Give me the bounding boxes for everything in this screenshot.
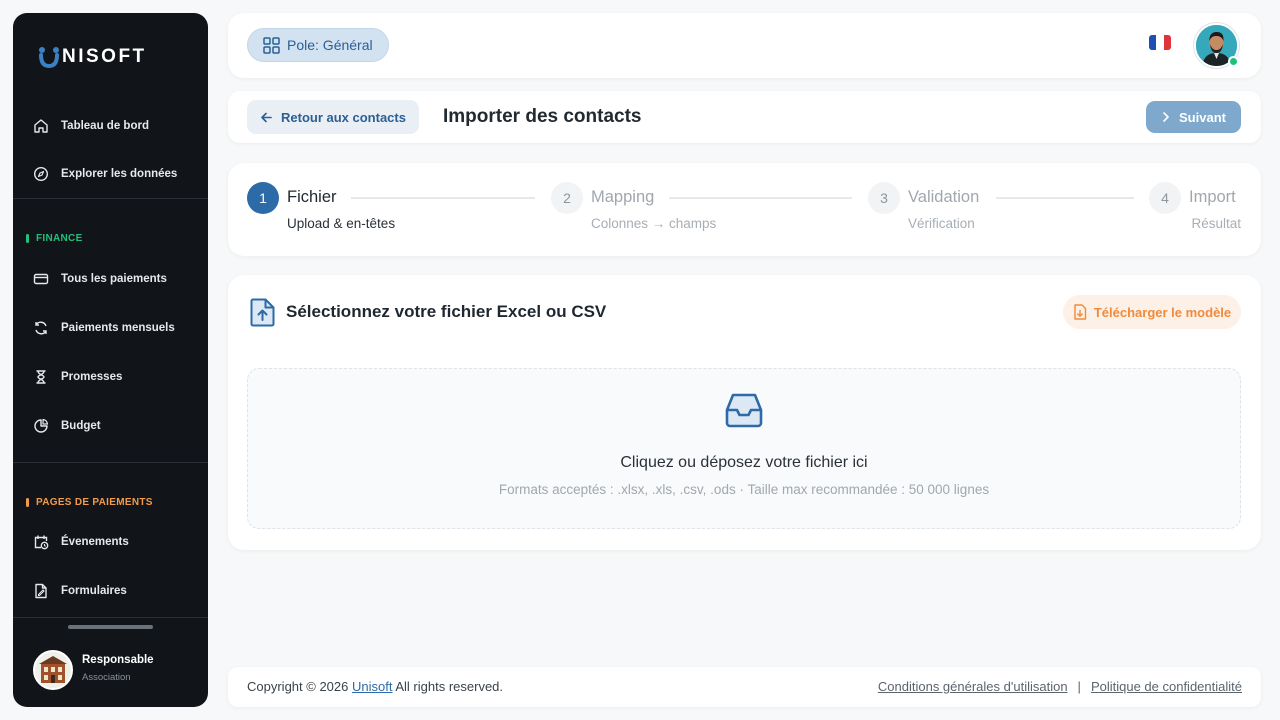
sidebar-item-label: Promesses — [61, 371, 123, 383]
step-1-subtitle: Upload & en-têtes — [287, 216, 396, 231]
user-name: Responsable — [82, 654, 154, 666]
sidebar-item-events[interactable]: Évenements — [33, 530, 193, 554]
organization-avatar — [33, 650, 73, 690]
step-4-subtitle: Résultat — [1191, 216, 1241, 231]
section-title-payment-pages: PAGES DE PAIEMENTS — [26, 497, 153, 508]
form-file-icon — [35, 583, 47, 599]
import-stepper: 1 Fichier Upload & en-têtes 2 Mapping Co… — [228, 163, 1261, 256]
sidebar-item-monthly-payments[interactable]: Paiements mensuels — [33, 316, 193, 340]
step-connector — [351, 197, 535, 199]
compass-icon — [33, 166, 49, 182]
step-connector — [669, 197, 852, 199]
terms-link[interactable]: Conditions générales d'utilisation — [878, 679, 1068, 694]
privacy-link[interactable]: Politique de confidentialité — [1091, 679, 1242, 694]
sidebar-item-forms[interactable]: Formulaires — [33, 579, 193, 603]
footer-separator: | — [1077, 679, 1081, 694]
footer: Copyright © 2026 Unisoft All rights rese… — [228, 667, 1261, 707]
french-flag-icon[interactable] — [1149, 35, 1171, 50]
sidebar-item-label: Explorer les données — [61, 168, 178, 180]
step-3-title: Validation — [908, 188, 980, 206]
unisoft-logo-icon — [39, 47, 59, 68]
dropzone-title: Cliquez ou déposez votre fichier ici — [620, 454, 868, 471]
sidebar-item-all-payments[interactable]: Tous les paiements — [33, 267, 193, 291]
next-button[interactable]: Suivant — [1146, 101, 1241, 133]
sidebar: NISOFT Tableau de bord Explorer les donn… — [13, 13, 208, 707]
next-button-label: Suivant — [1179, 109, 1226, 125]
online-status-indicator — [1228, 56, 1239, 67]
step-4-number[interactable]: 4 — [1149, 182, 1181, 214]
section-accent — [26, 234, 29, 243]
brand-link[interactable]: Unisoft — [352, 679, 392, 694]
grid-icon — [263, 36, 280, 54]
section-label: FINANCE — [36, 233, 83, 244]
pole-label: Pole: Général — [287, 37, 373, 53]
footer-links: Conditions générales d'utilisation | Pol… — [878, 679, 1242, 694]
page-header: Retour aux contacts Importer des contact… — [228, 91, 1261, 143]
page-title: Importer des contacts — [443, 106, 642, 127]
sidebar-divider — [13, 198, 208, 199]
pie-chart-icon — [34, 418, 49, 433]
hourglass-icon — [36, 370, 46, 384]
calendar-clock-icon — [34, 535, 49, 550]
step-2-title: Mapping — [591, 188, 655, 206]
brand-logo[interactable]: NISOFT — [38, 46, 147, 68]
inbox-icon — [725, 393, 763, 428]
section-title-finance: FINANCE — [26, 233, 83, 244]
step-1-number[interactable]: 1 — [247, 182, 279, 214]
arrow-left-icon — [261, 112, 272, 122]
step-3-subtitle: Vérification — [908, 216, 975, 231]
section-accent — [26, 498, 29, 507]
file-dropzone[interactable]: Cliquez ou déposez votre fichier ici For… — [247, 368, 1241, 529]
pole-selector[interactable]: Pole: Général — [247, 28, 389, 62]
sidebar-item-explore[interactable]: Explorer les données — [33, 162, 193, 186]
brand-name: NISOFT — [62, 46, 147, 67]
chevron-right-icon — [1163, 112, 1169, 122]
step-connector — [996, 197, 1134, 199]
back-button-label: Retour aux contacts — [281, 109, 406, 125]
home-icon — [34, 119, 48, 133]
sidebar-item-dashboard[interactable]: Tableau de bord — [33, 114, 193, 138]
step-4-title: Import — [1189, 188, 1236, 206]
upload-title: Sélectionnez votre fichier Excel ou CSV — [286, 302, 607, 321]
file-download-icon — [1074, 304, 1087, 320]
file-upload-card: Sélectionnez votre fichier Excel ou CSV … — [228, 275, 1261, 550]
section-label: PAGES DE PAIEMENTS — [36, 497, 153, 508]
file-upload-icon — [250, 298, 275, 327]
top-bar: Pole: Général — [228, 13, 1261, 78]
step-1-title: Fichier — [287, 188, 337, 206]
copyright-text: Copyright © 2026 — [247, 679, 349, 694]
sidebar-item-label: Paiements mensuels — [61, 322, 175, 334]
back-to-contacts-button[interactable]: Retour aux contacts — [247, 100, 419, 134]
sidebar-user-profile[interactable]: Responsable Association — [13, 617, 208, 707]
sidebar-item-budget[interactable]: Budget — [33, 414, 193, 438]
refresh-icon — [35, 321, 47, 335]
step-2-subtitle: Colonnes → champs — [591, 216, 717, 231]
sidebar-item-label: Évenements — [61, 536, 129, 548]
sidebar-item-label: Budget — [61, 420, 101, 432]
sidebar-item-pledges[interactable]: Promesses — [33, 365, 193, 389]
rights-text: All rights reserved. — [395, 679, 504, 694]
credit-card-icon — [33, 273, 49, 285]
download-template-label: Télécharger le modèle — [1093, 304, 1232, 320]
sidebar-item-label: Tous les paiements — [61, 273, 167, 285]
user-role: Association — [82, 672, 131, 683]
sidebar-item-label: Tableau de bord — [61, 120, 149, 132]
sidebar-divider — [13, 462, 208, 463]
dropzone-hint: Formats acceptés : .xlsx, .xls, .csv, .o… — [498, 482, 990, 497]
building-icon — [35, 652, 71, 688]
download-template-button[interactable]: Télécharger le modèle — [1063, 295, 1241, 329]
step-3-number[interactable]: 3 — [868, 182, 900, 214]
copyright: Copyright © 2026 Unisoft All rights rese… — [247, 679, 503, 694]
sidebar-item-label: Formulaires — [61, 585, 127, 597]
step-2-number[interactable]: 2 — [551, 182, 583, 214]
